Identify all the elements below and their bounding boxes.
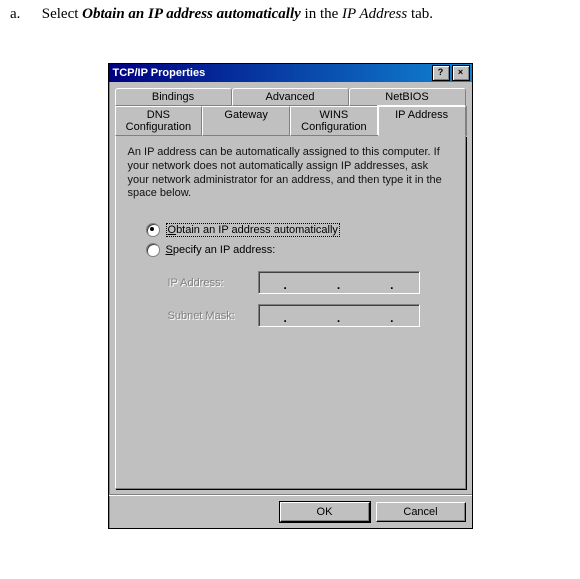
ok-button[interactable]: OK — [280, 502, 370, 522]
instruction-prefix: Select — [42, 6, 82, 22]
radio-circle-icon — [146, 243, 160, 257]
ip-address-label: IP Address: — [168, 277, 258, 289]
screenshot-wrapper: TCP/IP Properties ? × Bindings Advanced … — [108, 63, 473, 529]
tab-bindings[interactable]: Bindings — [115, 88, 232, 106]
instruction-suffix: tab. — [407, 6, 433, 22]
cancel-button[interactable]: Cancel — [376, 502, 466, 522]
tab-row-1: Bindings Advanced NetBIOS — [115, 88, 466, 106]
dialog-window: TCP/IP Properties ? × Bindings Advanced … — [108, 63, 473, 529]
help-button[interactable]: ? — [432, 65, 450, 81]
tab-panel: An IP address can be automatically assig… — [115, 136, 466, 489]
window-title: TCP/IP Properties — [113, 67, 430, 79]
close-button[interactable]: × — [452, 65, 470, 81]
radio-specify-label: Specify an IP address: — [166, 244, 276, 256]
subnet-mask-label: Subnet Mask: — [168, 310, 258, 322]
radio-circle-icon — [146, 223, 160, 237]
tab-gateway[interactable]: Gateway — [202, 106, 290, 136]
subnet-mask-input[interactable]: ... — [258, 304, 420, 327]
instruction-line: a. Select Obtain an IP address automatic… — [0, 0, 580, 23]
tab-dns-configuration[interactable]: DNS Configuration — [115, 106, 203, 136]
instruction-italic: IP Address — [342, 6, 407, 22]
tabs-container: Bindings Advanced NetBIOS DNS Configurat… — [115, 88, 466, 136]
instruction-marker: a. — [10, 6, 38, 23]
titlebar: TCP/IP Properties ? × — [109, 64, 472, 82]
tab-ip-address[interactable]: IP Address — [378, 106, 466, 136]
ip-address-input[interactable]: ... — [258, 271, 420, 294]
ip-address-row: IP Address: ... — [168, 271, 453, 294]
tab-netbios[interactable]: NetBIOS — [349, 88, 466, 106]
dialog-footer: OK Cancel — [109, 495, 472, 528]
radio-specify[interactable]: Specify an IP address: — [146, 243, 453, 257]
instruction-mid: in the — [301, 6, 342, 22]
ip-fields-group: IP Address: ... Subnet Mask: ... — [168, 271, 453, 327]
radio-obtain-auto[interactable]: Obtain an IP address automatically — [146, 223, 453, 237]
tab-row-2: DNS Configuration Gateway WINS Configura… — [115, 106, 466, 136]
instruction-bold: Obtain an IP address automatically — [82, 6, 301, 22]
subnet-mask-row: Subnet Mask: ... — [168, 304, 453, 327]
tab-wins-configuration[interactable]: WINS Configuration — [290, 106, 378, 136]
panel-description: An IP address can be automatically assig… — [128, 146, 453, 201]
radio-obtain-auto-label: Obtain an IP address automatically — [166, 223, 340, 237]
tab-advanced[interactable]: Advanced — [232, 88, 349, 106]
